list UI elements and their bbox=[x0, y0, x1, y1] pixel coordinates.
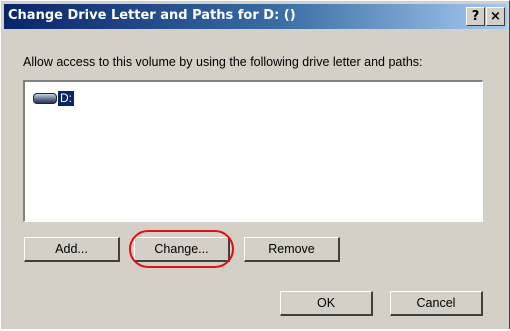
dialog-title: Change Drive Letter and Paths for D: () bbox=[8, 8, 296, 23]
drive-paths-list[interactable]: D: bbox=[23, 80, 483, 222]
close-button[interactable]: × bbox=[486, 7, 505, 26]
access-prompt: Allow access to this volume by using the… bbox=[23, 55, 423, 69]
remove-button[interactable]: Remove bbox=[244, 237, 340, 262]
title-bar[interactable]: Change Drive Letter and Paths for D: () … bbox=[4, 4, 507, 29]
list-item-label: D: bbox=[58, 90, 74, 106]
list-item-drive-d[interactable]: D: bbox=[33, 89, 74, 107]
help-button[interactable]: ? bbox=[466, 7, 485, 26]
close-icon: × bbox=[490, 9, 501, 24]
drive-icon bbox=[33, 92, 57, 104]
cancel-button[interactable]: Cancel bbox=[390, 291, 483, 316]
help-icon: ? bbox=[471, 9, 480, 24]
change-button-highlight bbox=[129, 230, 234, 268]
add-button[interactable]: Add... bbox=[24, 237, 120, 262]
ok-button[interactable]: OK bbox=[280, 291, 373, 316]
change-drive-letter-dialog: Change Drive Letter and Paths for D: () … bbox=[0, 0, 510, 331]
